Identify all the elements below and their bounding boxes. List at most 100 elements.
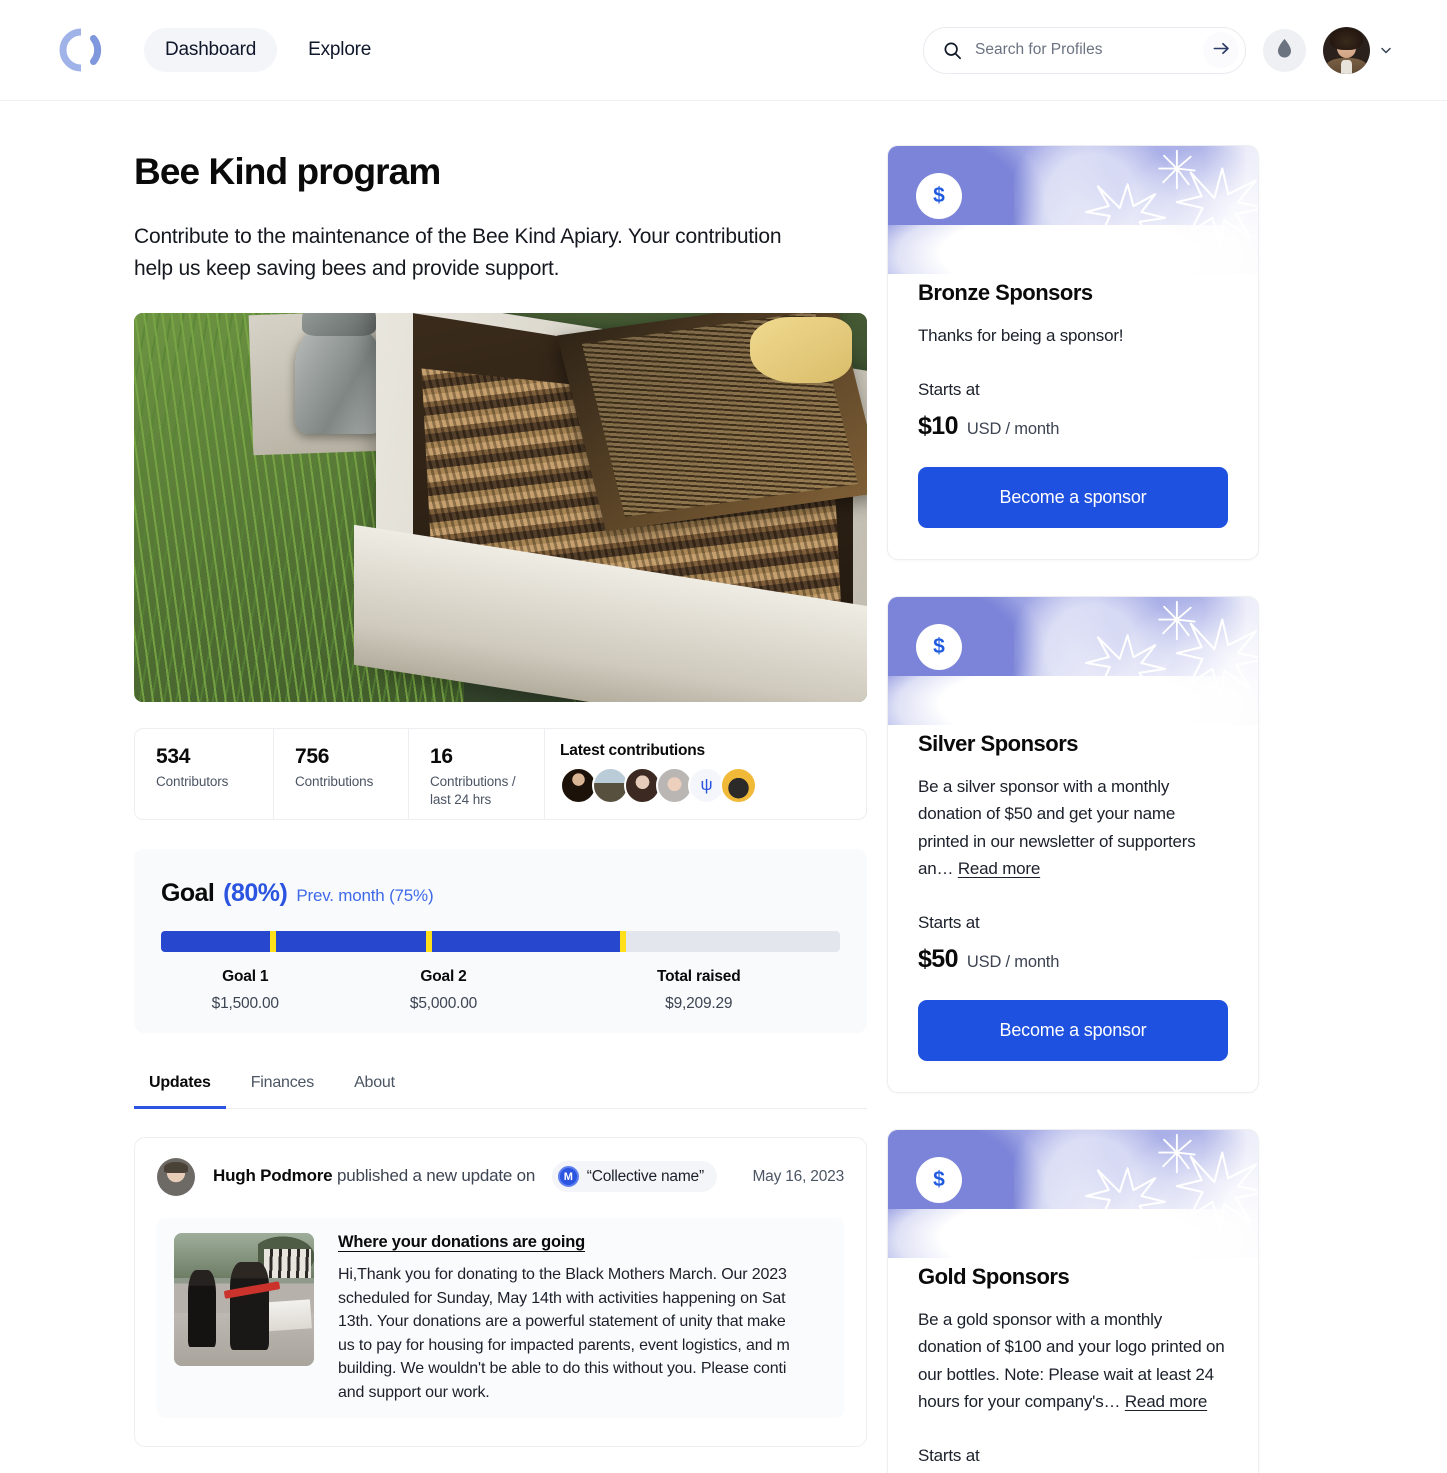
chevron-down-icon[interactable] (1379, 43, 1393, 57)
dollar-icon: $ (916, 623, 962, 670)
milestone-amount: $5,000.00 (409, 994, 478, 1012)
milestone-amount: $9,209.29 (665, 994, 733, 1012)
update-header: Hugh Podmore published a new update on M… (157, 1157, 844, 1196)
tier-banner: $ (888, 1129, 1258, 1258)
collective-badge[interactable]: M “Collective name” (551, 1161, 717, 1193)
milestone-amount: $1,500.00 (211, 994, 279, 1012)
page-description: Contribute to the maintenance of the Bee… (134, 225, 782, 281)
progress-segment-total-raised (432, 930, 620, 952)
search-box[interactable] (923, 26, 1246, 74)
starburst-decoration-icon (1085, 149, 1258, 251)
update-article: Where your donations are going Hi,Thank … (338, 1233, 844, 1403)
stat-contributors: 534 Contributors (135, 728, 274, 819)
stat-value: 756 (295, 744, 330, 768)
stat-contributions-24h: 16 Contributions / last 24 hrs (409, 728, 545, 819)
tier-name: Bronze Sponsors (918, 280, 1093, 305)
update-body: Where your donations are going Hi,Thank … (157, 1217, 844, 1418)
update-author-avatar[interactable] (157, 1157, 195, 1196)
tier-description: Be a gold sponsor with a monthly donatio… (918, 1306, 1228, 1416)
update-article-body: Hi,Thank you for donating to the Black M… (338, 1265, 790, 1401)
main-column: Bee Kind program Contribute to the maint… (0, 101, 867, 1473)
collective-name: “Collective name” (586, 1167, 704, 1185)
tier-price: $10 (918, 411, 959, 440)
goal-percent: (80%) (223, 878, 288, 907)
goal-milestones: Goal 1 $1,500.00 Goal 2 $5,000.00 Total … (161, 968, 840, 1013)
progress-segment-goal-1 (161, 930, 271, 952)
page-content: Bee Kind program Contribute to the maint… (0, 101, 1447, 1473)
tier-card-gold: $ Gold Sponsors Be a gold sponsor with a… (887, 1128, 1259, 1473)
starburst-decoration-icon (1085, 1133, 1258, 1235)
tier-banner: $ (888, 596, 1258, 725)
update-byline: Hugh Podmore published a new update on M… (213, 1161, 717, 1193)
tier-starts-at-label: Starts at (918, 1445, 980, 1465)
milestone-name: Goal 2 (420, 967, 467, 985)
update-thumbnail-image (174, 1232, 314, 1366)
goal-card: Goal (80%) Prev. month (75%) Goal 1 $1,5… (134, 848, 867, 1033)
tier-price-row: $10 USD / month (918, 412, 1228, 441)
dollar-icon: $ (916, 1156, 962, 1203)
flame-button[interactable] (1263, 28, 1306, 72)
account-menu[interactable] (1323, 26, 1393, 74)
tier-price-unit: USD / month (966, 952, 1060, 971)
milestone-total-raised: Total raised $9,209.29 (558, 968, 841, 1013)
tier-starts-at-label: Starts at (918, 379, 980, 399)
progress-segment-goal-2 (276, 930, 427, 952)
page-title: Bee Kind program (134, 151, 441, 192)
dollar-icon: $ (916, 173, 962, 219)
tier-price-row: $50 USD / month (918, 945, 1228, 974)
hero-image (134, 312, 867, 702)
search-icon (943, 41, 962, 60)
search-submit-button[interactable] (1203, 32, 1239, 68)
stat-label: Contributions (295, 774, 374, 790)
nav-item-explore[interactable]: Explore (287, 28, 392, 72)
goal-label: Goal (161, 878, 215, 907)
tier-banner: $ (888, 146, 1258, 274)
tier-card-silver: $ Silver Sponsors Be a silver sponsor wi… (887, 595, 1259, 1093)
search-input[interactable] (975, 41, 1203, 59)
sponsor-tiers-column: $ Bronze Sponsors Thanks for being a spo… (812, 101, 1447, 1473)
open-collective-logo-icon[interactable] (58, 27, 104, 73)
tier-description: Be a silver sponsor with a monthly donat… (918, 773, 1228, 883)
milestone-goal-2: Goal 2 $5,000.00 (330, 968, 558, 1013)
stat-contributions: 756 Contributions (274, 728, 409, 819)
stat-value: 16 (430, 744, 453, 768)
become-a-sponsor-button[interactable]: Become a sponsor (918, 999, 1228, 1061)
become-a-sponsor-button[interactable]: Become a sponsor (918, 466, 1228, 528)
stat-label: Contributors (156, 774, 229, 790)
collective-avatar: M (557, 1166, 579, 1188)
goal-header: Goal (80%) Prev. month (75%) (161, 879, 840, 908)
stat-value: 534 (156, 744, 191, 768)
milestone-name: Total raised (657, 967, 741, 985)
avatar[interactable] (1323, 26, 1370, 74)
read-more-link[interactable]: Read more (1125, 1392, 1207, 1411)
goal-progress-bar (161, 930, 840, 952)
update-article-title[interactable]: Where your donations are going (338, 1233, 844, 1252)
content-tabs: Updates Finances About (134, 1066, 867, 1109)
milestone-name: Goal 1 (222, 967, 269, 985)
tier-name: Gold Sponsors (918, 1263, 1070, 1289)
nav-item-dashboard[interactable]: Dashboard (144, 28, 278, 72)
tab-updates[interactable]: Updates (134, 1066, 226, 1109)
tab-about[interactable]: About (339, 1066, 410, 1108)
tier-description-text: Thanks for being a sponsor! (918, 326, 1124, 345)
tab-finances[interactable]: Finances (236, 1066, 329, 1108)
tier-price-unit: USD / month (966, 419, 1060, 438)
contributor-avatar-6[interactable] (720, 766, 757, 804)
stat-label: Contributions / last 24 hrs (430, 774, 516, 808)
primary-nav: Dashboard Explore (144, 28, 392, 72)
tier-price: $50 (918, 944, 959, 973)
flame-icon (1276, 38, 1293, 62)
stats-strip: 534 Contributors 756 Contributions 16 Co… (134, 727, 867, 820)
tier-card-bronze: $ Bronze Sponsors Thanks for being a spo… (887, 145, 1259, 560)
milestone-goal-1: Goal 1 $1,500.00 (161, 968, 330, 1013)
top-navigation-bar: Dashboard Explore (0, 0, 1447, 101)
tier-starts-at-label: Starts at (918, 912, 980, 932)
read-more-link[interactable]: Read more (958, 859, 1040, 878)
update-action-text: published a new update on (336, 1166, 536, 1186)
starburst-decoration-icon (1085, 600, 1258, 702)
goal-prev-month: Prev. month (75%) (296, 885, 434, 905)
update-card[interactable]: Hugh Podmore published a new update on M… (134, 1136, 867, 1447)
update-author-name[interactable]: Hugh Podmore (213, 1166, 333, 1185)
arrow-right-icon (1212, 39, 1231, 61)
tier-description: Thanks for being a sponsor! (918, 322, 1228, 350)
